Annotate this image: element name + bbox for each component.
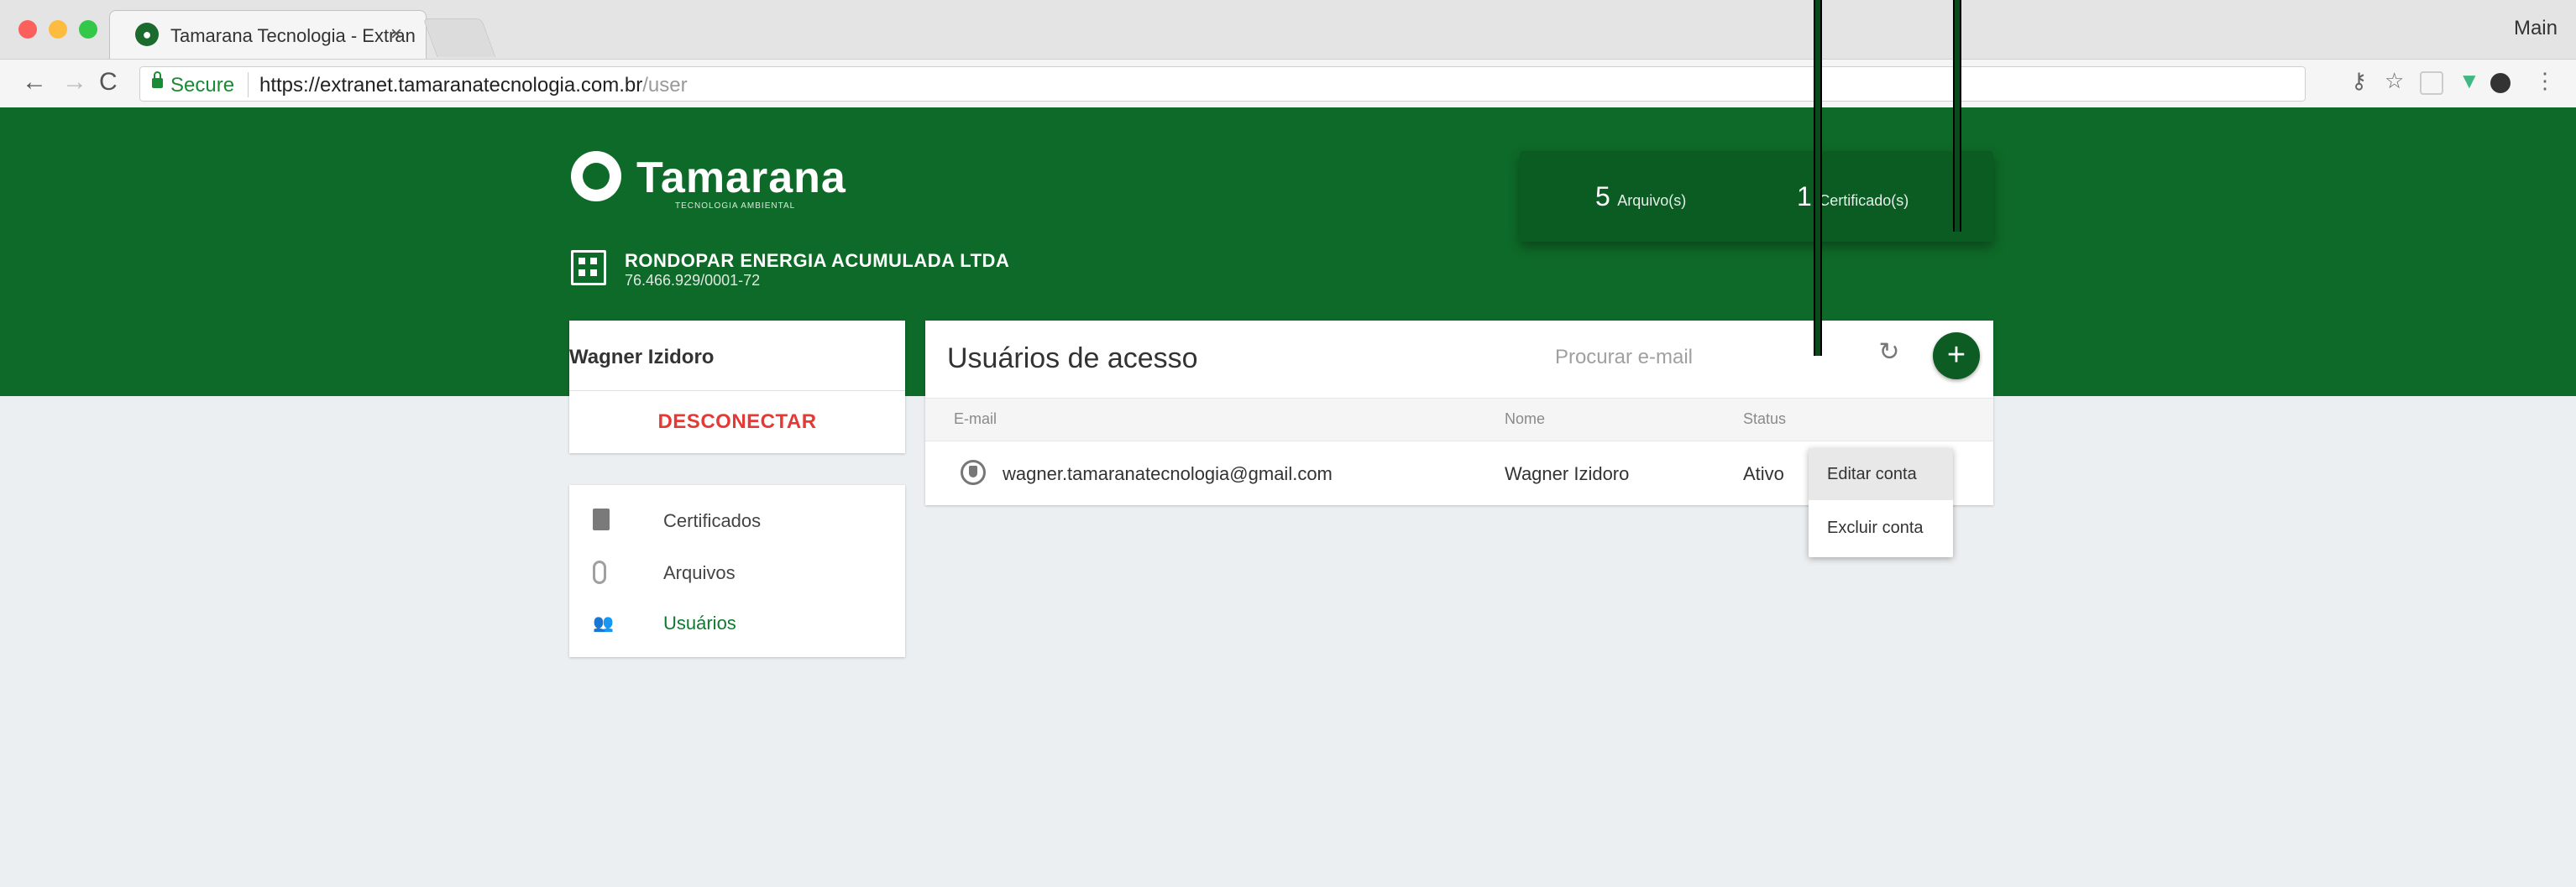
search-box — [1513, 336, 1782, 379]
vue-devtools-icon[interactable]: ▼ — [2458, 68, 2480, 94]
sidebar-item-label: Usuários — [663, 613, 736, 634]
brand-logo[interactable]: Tamarana TECNOLOGIA AMBIENTAL — [571, 151, 846, 218]
favicon-icon: ● — [135, 23, 159, 46]
url-text: https://extranet.tamaranatecnologia.com.… — [259, 74, 688, 97]
browser-chrome: ● Tamarana Tecnologia - Extran × Main ← … — [0, 0, 2576, 107]
reload-icon[interactable]: C — [99, 68, 118, 97]
extension-icon[interactable] — [2420, 71, 2443, 95]
url-path: /user — [642, 74, 688, 97]
files-stat: 5 Arquivo(s) — [1595, 181, 1686, 212]
certificates-label: Certificado(s) — [1819, 192, 1909, 209]
column-header-name[interactable]: Nome — [1505, 410, 1545, 428]
brand-tagline: TECNOLOGIA AMBIENTAL — [675, 201, 796, 211]
users-icon: 👥 — [593, 614, 614, 633]
annotation-line — [1814, 0, 1822, 356]
sidebar-item-usuarios[interactable]: 👥 Usuários — [569, 597, 905, 648]
table-header: E-mail Nome Status — [925, 398, 1993, 441]
lock-icon — [152, 71, 163, 88]
company-cnpj: 76.466.929/0001-72 — [625, 272, 761, 289]
minimize-window-button[interactable] — [49, 20, 67, 39]
secure-label: Secure — [170, 74, 235, 97]
edit-account-menu-item[interactable]: Editar conta — [1809, 448, 1953, 500]
forward-arrow-icon[interactable]: → — [62, 68, 87, 97]
user-name: Wagner Izidoro — [569, 346, 715, 368]
sidebar-item-certificados[interactable]: Certificados — [569, 495, 905, 545]
user-card: Wagner Izidoro DESCONECTAR — [569, 321, 905, 453]
search-email-input[interactable] — [1513, 336, 1782, 379]
sidebar-item-label: Arquivos — [663, 562, 736, 583]
panel-title: Usuários de acesso — [947, 342, 1198, 374]
bookmark-star-icon[interactable]: ☆ — [2385, 68, 2404, 94]
browser-toolbar: ← → C Secure https://extranet.tamaranate… — [0, 59, 2576, 107]
building-icon — [571, 250, 606, 285]
sidebar-item-arquivos[interactable]: Arquivos — [569, 547, 905, 597]
logo-mark-icon — [571, 151, 621, 201]
column-header-status[interactable]: Status — [1743, 410, 1786, 428]
stats-card: 5 Arquivo(s) 1 Certificado(s) — [1520, 151, 1993, 242]
delete-account-menu-item[interactable]: Excluir conta — [1809, 502, 1953, 554]
side-menu: Certificados Arquivos 👥 Usuários — [569, 485, 905, 657]
admin-shield-icon — [961, 460, 986, 485]
paperclip-icon — [593, 561, 606, 584]
profile-name[interactable]: Main — [2514, 17, 2558, 40]
annotation-line — [1953, 0, 1961, 232]
logout-button[interactable]: DESCONECTAR — [569, 391, 905, 453]
row-context-menu: Editar conta Excluir conta — [1809, 448, 1953, 557]
page: Tamarana TECNOLOGIA AMBIENTAL RONDOPAR E… — [0, 107, 2576, 887]
address-bar[interactable]: Secure https://extranet.tamaranatecnolog… — [139, 66, 2306, 102]
browser-tab[interactable]: ● Tamarana Tecnologia - Extran × — [109, 10, 427, 59]
extension-circle-icon[interactable] — [2490, 73, 2511, 93]
key-icon[interactable]: ⚷ — [2351, 68, 2367, 94]
company-name: RONDOPAR ENERGIA ACUMULADA LTDA — [625, 250, 1010, 271]
close-window-button[interactable] — [18, 20, 37, 39]
brand-name: Tamarana — [636, 154, 846, 202]
sidebar-item-label: Certificados — [663, 510, 762, 531]
url-host: https://extranet.tamaranatecnologia.com.… — [259, 74, 643, 97]
row-email: wagner.tamaranatecnologia@gmail.com — [1003, 463, 1333, 484]
tab-title: Tamarana Tecnologia - Extran — [170, 25, 416, 46]
browser-menu-icon[interactable]: ⋮ — [2534, 68, 2556, 94]
refresh-icon[interactable]: ↻ — [1874, 337, 1904, 368]
tab-bar: ● Tamarana Tecnologia - Extran × Main — [0, 0, 2576, 59]
certificates-count: 1 — [1797, 181, 1812, 211]
document-icon — [593, 509, 610, 530]
maximize-window-button[interactable] — [79, 20, 97, 39]
tab-close-icon[interactable]: × — [390, 23, 402, 46]
files-label: Arquivo(s) — [1617, 192, 1687, 209]
add-user-button[interactable]: + — [1933, 332, 1980, 379]
row-name: Wagner Izidoro — [1505, 463, 1630, 484]
row-status: Ativo — [1743, 463, 1784, 484]
column-header-email[interactable]: E-mail — [954, 410, 997, 428]
files-count: 5 — [1595, 181, 1610, 211]
new-tab-button[interactable] — [422, 18, 496, 57]
user-name-row: Wagner Izidoro — [569, 321, 905, 391]
back-arrow-icon[interactable]: ← — [22, 68, 47, 97]
url-divider — [248, 72, 249, 97]
